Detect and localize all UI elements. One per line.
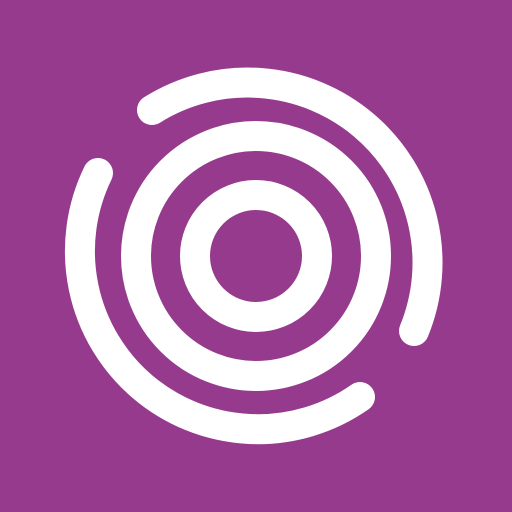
app-icon xyxy=(0,0,512,512)
concentric-rings-logo-icon xyxy=(0,0,512,512)
